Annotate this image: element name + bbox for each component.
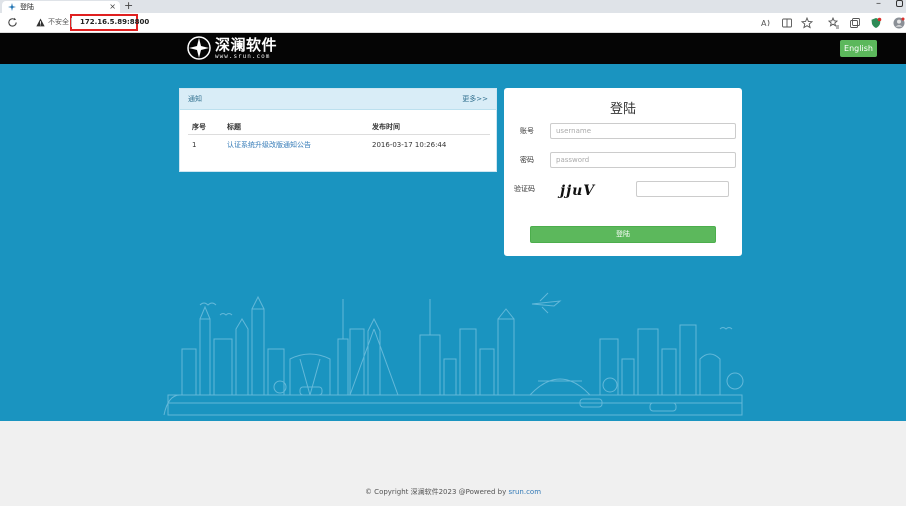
notice-more-link[interactable]: 更多>>: [462, 94, 488, 104]
login-title: 登陆: [609, 102, 636, 117]
read-aloud-icon[interactable]: A: [760, 17, 772, 29]
username-input[interactable]: [550, 123, 736, 139]
password-input[interactable]: [550, 152, 736, 168]
warning-icon[interactable]: [36, 18, 45, 27]
notice-panel: 通知 更多>> 序号 标题 发布时间 1 认证系统升级改版通知公告 2016-0…: [179, 88, 497, 172]
notice-title: 通知: [188, 95, 202, 103]
password-label: 密码: [520, 156, 534, 164]
reading-view-icon[interactable]: [781, 17, 793, 29]
url-text[interactable]: 172.16.5.89:8800: [80, 17, 149, 28]
collections-icon[interactable]: [849, 17, 861, 29]
column-header-date: 发布时间: [372, 123, 400, 131]
new-tab-icon[interactable]: +: [124, 0, 133, 12]
tab-close-icon[interactable]: ×: [109, 1, 116, 12]
logo-text: 深澜软件: [215, 36, 278, 54]
table-row-date: 2016-03-17 10:26:44: [372, 141, 447, 149]
table-header-divider: [188, 134, 490, 135]
logo-subtitle: www.srun.com: [215, 53, 271, 60]
browser-tab-bar: 登陆 × + –: [0, 0, 906, 13]
footer-copyright-text: © Copyright 深澜软件2023 @Powered by: [364, 488, 509, 496]
window-minimize-icon[interactable]: –: [876, 0, 881, 9]
window-restore-icon[interactable]: [896, 0, 903, 7]
notice-title-link[interactable]: 认证系统升级改版通知公告: [227, 140, 311, 150]
site-favicon-icon: [8, 3, 16, 11]
column-header-title: 标题: [227, 123, 241, 131]
browser-tab[interactable]: 登陆 ×: [2, 1, 120, 13]
svg-text:A: A: [761, 19, 767, 28]
site-header: 深澜软件 www.srun.com English: [0, 33, 906, 64]
reload-icon[interactable]: [7, 17, 18, 28]
srun-logo-icon: [187, 36, 211, 60]
captcha-label: 验证码: [514, 185, 535, 193]
address-bar: 不安全 172.16.5.89:8800 A: [0, 13, 906, 33]
insecure-label: 不安全: [48, 18, 69, 26]
column-header-index: 序号: [192, 123, 206, 131]
captcha-image[interactable]: jjuV: [556, 181, 636, 203]
favorites-list-icon[interactable]: [828, 17, 840, 29]
extension-shield-icon[interactable]: [870, 17, 882, 29]
notice-panel-header: 通知 更多>>: [180, 89, 496, 110]
footer-srun-link[interactable]: srun.com: [508, 488, 541, 496]
captcha-input[interactable]: [636, 181, 729, 197]
page-footer: © Copyright 深澜软件2023 @Powered by srun.co…: [0, 421, 906, 506]
city-skyline-illustration: [163, 292, 744, 416]
profile-avatar-icon[interactable]: [893, 17, 905, 29]
login-panel: 登陆 账号 密码 验证码 jjuV 登陆: [504, 88, 742, 256]
english-language-button[interactable]: English: [840, 40, 877, 57]
account-label: 账号: [520, 127, 534, 135]
login-submit-button[interactable]: 登陆: [530, 226, 716, 243]
captcha-text: jjuV: [560, 183, 596, 199]
favorite-star-icon[interactable]: [801, 17, 813, 29]
table-row-index: 1: [192, 141, 197, 149]
tab-title: 登陆: [20, 3, 34, 11]
address-separator: [71, 18, 72, 27]
footer-copyright: © Copyright 深澜软件2023 @Powered by srun.co…: [0, 487, 906, 497]
